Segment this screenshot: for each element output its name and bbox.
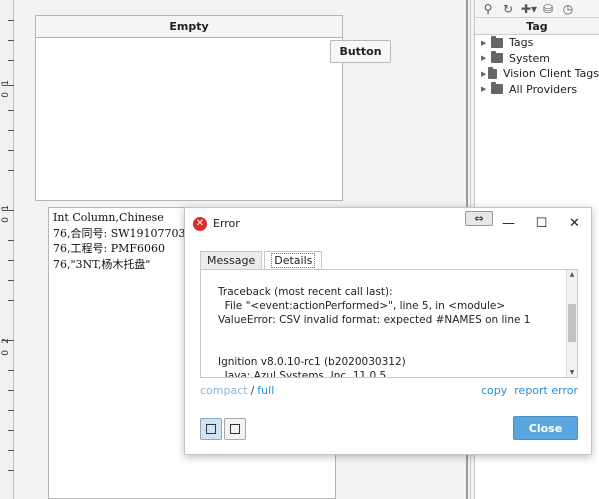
tag-folder-all-providers[interactable]: ▶ All Providers bbox=[475, 82, 599, 98]
mode-toggle-group bbox=[200, 418, 246, 440]
scroll-down-icon[interactable]: ▼ bbox=[567, 369, 577, 376]
report-error-link[interactable]: report error bbox=[514, 384, 578, 397]
window-controls: — ☐ ✕ bbox=[492, 208, 591, 239]
tab-details[interactable]: Details bbox=[264, 251, 323, 270]
details-view-icon bbox=[206, 424, 216, 434]
ruler-label: 0 bbox=[1, 217, 11, 223]
show-message-button[interactable] bbox=[224, 418, 246, 440]
database-icon[interactable]: ⛁ bbox=[541, 2, 555, 16]
tab-label: Details bbox=[271, 253, 316, 268]
close-window-button[interactable]: ✕ bbox=[558, 208, 591, 239]
vertical-ruler: 1 0 1 0 2 0 bbox=[0, 0, 14, 499]
copy-link[interactable]: copy bbox=[481, 384, 507, 397]
dialog-title: Error bbox=[213, 217, 240, 230]
ruler-label: 0 bbox=[1, 350, 11, 356]
tab-message[interactable]: Message bbox=[200, 251, 263, 270]
show-details-button[interactable] bbox=[200, 418, 222, 440]
expand-icon[interactable]: ▶ bbox=[481, 85, 491, 93]
tag-folder-tags[interactable]: ▶ Tags bbox=[475, 35, 599, 51]
details-panel[interactable]: Traceback (most recent call last): File … bbox=[200, 269, 578, 378]
ruler-label: 1 bbox=[1, 205, 11, 211]
expand-icon[interactable]: ▶ bbox=[481, 39, 491, 47]
folder-icon bbox=[488, 66, 497, 79]
action-links: copy report error bbox=[481, 384, 578, 397]
ruler-label: 2 bbox=[1, 338, 11, 344]
error-icon: ✕ bbox=[193, 216, 207, 231]
ruler-label: 1 bbox=[1, 80, 11, 86]
search-icon[interactable]: ⚲ bbox=[481, 2, 495, 16]
table-header: Empty bbox=[36, 16, 342, 38]
details-scrollbar[interactable]: ▲ ▼ bbox=[566, 270, 577, 377]
tab-label: Message bbox=[207, 254, 256, 267]
button-component[interactable]: Button bbox=[330, 40, 391, 63]
full-link[interactable]: full bbox=[257, 384, 274, 397]
tag-folder-label: Vision Client Tags bbox=[502, 67, 599, 81]
folder-icon bbox=[491, 82, 503, 95]
maximize-button[interactable]: ☐ bbox=[525, 208, 558, 239]
tag-folder-label: All Providers bbox=[509, 82, 578, 96]
details-text: Traceback (most recent call last): File … bbox=[218, 286, 531, 378]
tag-column-header[interactable]: Tag bbox=[475, 18, 599, 35]
folder-icon bbox=[491, 35, 503, 48]
error-dialog: ✕ Error — ☐ ✕ ⇔ Message Details Tracebac… bbox=[184, 207, 592, 455]
tag-folder-system[interactable]: ▶ System bbox=[475, 51, 599, 67]
link-separator: / bbox=[250, 384, 255, 397]
table-component[interactable]: Empty bbox=[35, 15, 343, 201]
dialog-tabs: Message Details bbox=[200, 251, 324, 270]
scrollbar-thumb[interactable] bbox=[568, 304, 576, 342]
compact-link[interactable]: compact bbox=[200, 384, 248, 397]
message-view-icon bbox=[230, 424, 240, 434]
add-tag-icon[interactable]: ✚▾ bbox=[521, 2, 537, 16]
tag-folder-vision-client-tags[interactable]: ▶ Vision Client Tags bbox=[475, 66, 599, 82]
expand-icon[interactable]: ▶ bbox=[481, 70, 488, 78]
view-mode-links: compact / full bbox=[200, 384, 274, 397]
resize-handle-icon[interactable]: ⇔ bbox=[465, 211, 493, 226]
minimize-button[interactable]: — bbox=[492, 208, 525, 239]
tag-toolbar: ⚲ ↻ ✚▾ ⛁ ◷ bbox=[475, 0, 599, 18]
tag-folder-label: System bbox=[509, 51, 551, 65]
refresh-icon[interactable]: ↻ bbox=[501, 2, 515, 16]
clock-icon[interactable]: ◷ bbox=[561, 2, 575, 16]
folder-icon bbox=[491, 51, 503, 64]
ruler-label: 0 bbox=[1, 92, 11, 98]
scroll-up-icon[interactable]: ▲ bbox=[567, 271, 577, 278]
dialog-titlebar[interactable]: ✕ Error — ☐ ✕ bbox=[185, 208, 591, 239]
expand-icon[interactable]: ▶ bbox=[481, 54, 491, 62]
tag-folder-label: Tags bbox=[509, 36, 534, 50]
close-button[interactable]: Close bbox=[513, 416, 578, 440]
